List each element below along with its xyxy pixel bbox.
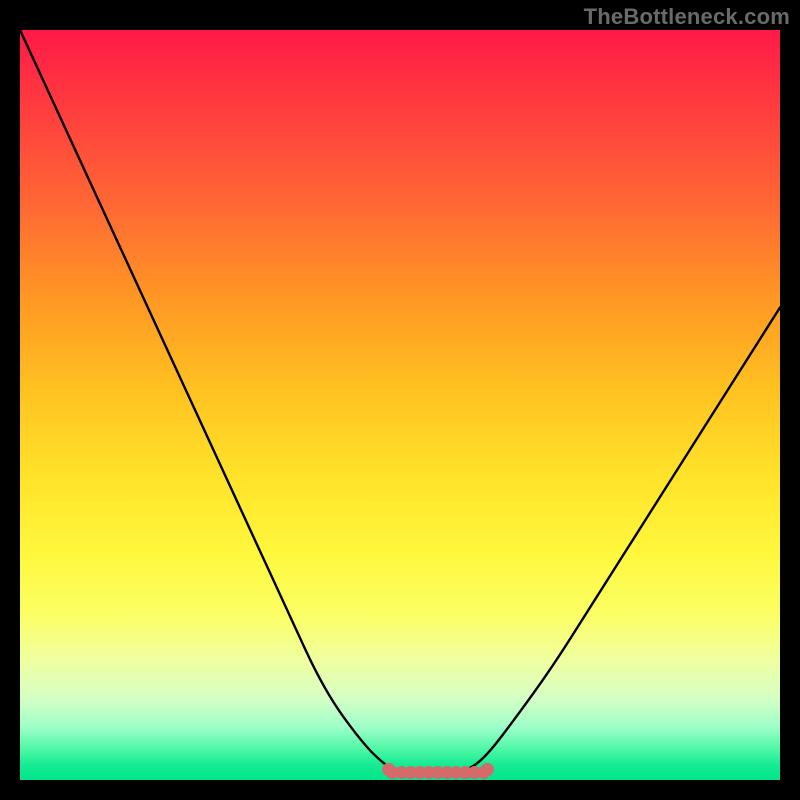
plot-area [20,30,780,780]
minimum-highlight [382,763,494,779]
bottleneck-curve [20,30,780,773]
chart-frame: TheBottleneck.com [0,0,800,800]
highlight-dot [382,763,395,776]
highlight-dot [481,763,494,776]
attribution-label: TheBottleneck.com [584,4,790,30]
curve-svg [20,30,780,780]
